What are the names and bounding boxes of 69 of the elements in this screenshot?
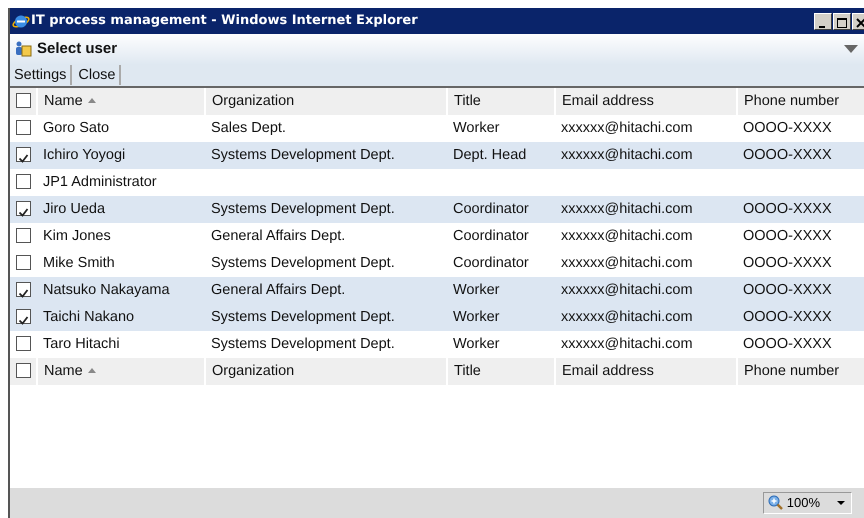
checkbox[interactable] xyxy=(16,309,31,324)
table-cell: Systems Development Dept. xyxy=(211,200,395,217)
table-cell: xxxxxx@hitachi.com xyxy=(561,336,693,352)
table-cell: OOOO-XXXX xyxy=(743,146,832,163)
table-cell: Dept. Head xyxy=(453,146,526,163)
table-cell: OOOO-XXXX xyxy=(743,282,832,298)
table-cell: Kim Jones xyxy=(43,228,111,244)
page-title: Select user xyxy=(37,38,118,59)
table-cell: xxxxxx@hitachi.com xyxy=(561,146,693,163)
table-cell: xxxxxx@hitachi.com xyxy=(561,200,693,217)
table-cell: xxxxxx@hitachi.com xyxy=(561,228,693,244)
sort-icon[interactable] xyxy=(88,98,96,104)
table-cell: General Affairs Dept. xyxy=(211,228,346,244)
checkbox[interactable] xyxy=(16,282,31,298)
column-header[interactable]: Name xyxy=(44,92,83,109)
table-cell: OOOO-XXXX xyxy=(743,200,832,217)
checkbox[interactable] xyxy=(16,201,31,216)
table-cell: xxxxxx@hitachi.com xyxy=(561,254,693,271)
minimize-icon[interactable] xyxy=(814,12,832,30)
table-cell: Worker xyxy=(453,308,500,325)
checkbox[interactable] xyxy=(16,255,31,270)
table-cell: xxxxxx@hitachi.com xyxy=(561,308,693,325)
table-cell: Mike Smith xyxy=(43,254,115,271)
table-cell: General Affairs Dept. xyxy=(211,282,346,298)
table-cell: Systems Development Dept. xyxy=(211,308,395,325)
table-cell: Worker xyxy=(453,336,500,352)
table-cell: Systems Development Dept. xyxy=(211,254,395,271)
maximize-icon[interactable] xyxy=(833,12,851,30)
table-cell: OOOO-XXXX xyxy=(743,228,832,244)
table-cell: Coordinator xyxy=(453,200,529,217)
checkbox[interactable] xyxy=(16,147,31,162)
table-cell: OOOO-XXXX xyxy=(743,336,832,352)
table-cell: Worker xyxy=(453,120,500,136)
table-cell: Sales Dept. xyxy=(211,120,286,136)
sort-icon[interactable] xyxy=(88,368,96,374)
table-cell: Taichi Nakano xyxy=(43,308,134,325)
window-title: IT process management - Windows Internet Explorer xyxy=(31,12,418,30)
table-cell: Jiro Ueda xyxy=(43,200,106,217)
checkbox[interactable] xyxy=(16,120,31,136)
table-cell: JP1 Administrator xyxy=(43,174,157,190)
caret-icon xyxy=(837,501,845,505)
table-cell: OOOO-XXXX xyxy=(743,308,832,325)
table-cell: Taro Hitachi xyxy=(43,336,120,352)
table-cell: xxxxxx@hitachi.com xyxy=(561,120,693,136)
checkbox[interactable] xyxy=(16,228,31,244)
users-icon xyxy=(14,40,32,58)
zoom-icon xyxy=(768,495,784,511)
table-cell: Systems Development Dept. xyxy=(211,146,395,163)
table-cell: OOOO-XXXX xyxy=(743,254,832,271)
checkbox[interactable] xyxy=(16,336,31,352)
checkbox[interactable] xyxy=(16,174,31,190)
table-cell: OOOO-XXXX xyxy=(743,120,832,136)
column-header[interactable]: Title xyxy=(454,362,481,379)
checkbox[interactable] xyxy=(16,93,31,108)
table-cell: Coordinator xyxy=(453,254,529,271)
toolbar-button[interactable]: Close xyxy=(76,65,122,85)
table-cell: Coordinator xyxy=(453,228,529,244)
table-cell: Natsuko Nakayama xyxy=(43,282,170,298)
zoom-control[interactable]: 100% xyxy=(762,492,852,514)
table-cell: Ichiro Yoyogi xyxy=(43,146,126,163)
table-cell: Goro Sato xyxy=(43,120,110,136)
dropdown-caret-icon[interactable] xyxy=(844,45,858,53)
column-header[interactable]: Name xyxy=(44,362,83,379)
table-cell: Systems Development Dept. xyxy=(211,336,395,352)
column-header[interactable]: Title xyxy=(454,92,481,109)
checkbox[interactable] xyxy=(16,363,31,378)
table-cell: xxxxxx@hitachi.com xyxy=(561,282,693,298)
toolbar-button[interactable]: Settings xyxy=(12,65,72,85)
table-cell: Worker xyxy=(453,282,500,298)
